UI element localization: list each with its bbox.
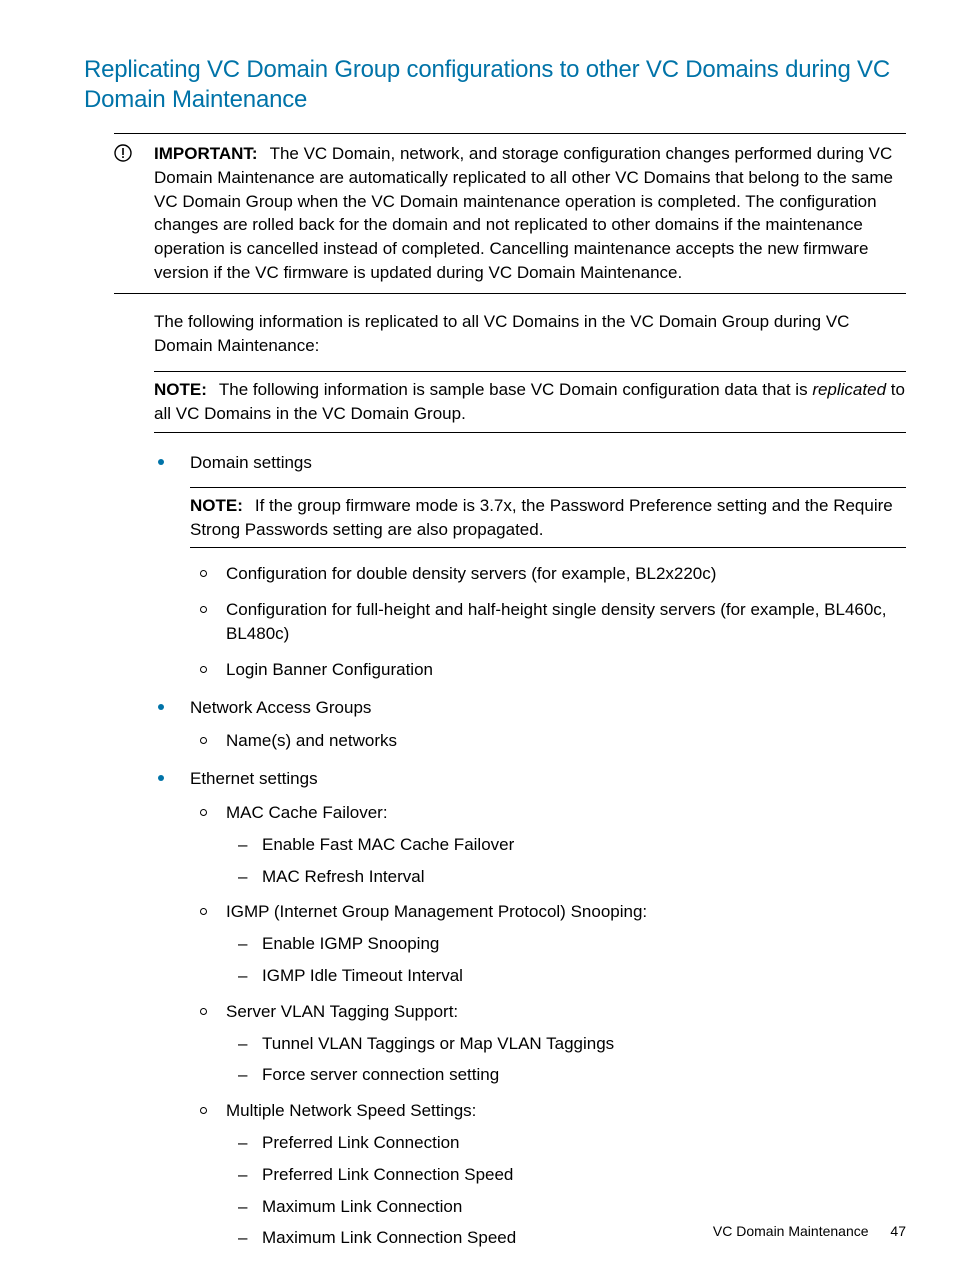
note-text-em: replicated: [812, 380, 886, 399]
important-label: IMPORTANT:: [154, 144, 258, 163]
important-callout: IMPORTANT:The VC Domain, network, and st…: [114, 133, 906, 294]
list-item: Configuration for double density servers…: [190, 562, 906, 586]
list-item-label: IGMP (Internet Group Management Protocol…: [226, 902, 647, 921]
note-callout-inner: NOTE:If the group firmware mode is 3.7x,…: [190, 487, 906, 549]
section-title: Replicating VC Domain Group configuratio…: [84, 55, 906, 115]
intro-paragraph: The following information is replicated …: [154, 310, 906, 358]
list-item: IGMP Idle Timeout Interval: [226, 964, 906, 988]
note-text: If the group firmware mode is 3.7x, the …: [190, 496, 893, 539]
list-item-label: MAC Cache Failover:: [226, 803, 388, 822]
list-item: Network Access Groups Name(s) and networ…: [154, 696, 906, 754]
footer-page-number: 47: [890, 1223, 906, 1239]
note-text-pre: The following information is sample base…: [219, 380, 812, 399]
list-item: Ethernet settings MAC Cache Failover: En…: [154, 767, 906, 1250]
replication-list: Domain settings NOTE:If the group firmwa…: [154, 451, 906, 1250]
note-label: NOTE:: [154, 380, 207, 399]
note-label: NOTE:: [190, 496, 243, 515]
list-item: Enable IGMP Snooping: [226, 932, 906, 956]
list-item: MAC Cache Failover: Enable Fast MAC Cach…: [190, 801, 906, 888]
list-item: Login Banner Configuration: [190, 658, 906, 682]
important-icon: [114, 144, 132, 162]
list-item: Maximum Link Connection: [226, 1195, 906, 1219]
list-item: Preferred Link Connection: [226, 1131, 906, 1155]
list-item: Preferred Link Connection Speed: [226, 1163, 906, 1187]
list-item: MAC Refresh Interval: [226, 865, 906, 889]
list-item-label: Multiple Network Speed Settings:: [226, 1101, 476, 1120]
list-item: Force server connection setting: [226, 1063, 906, 1087]
list-item-label: Server VLAN Tagging Support:: [226, 1002, 458, 1021]
list-item: Tunnel VLAN Taggings or Map VLAN Tagging…: [226, 1032, 906, 1056]
list-item-label: Network Access Groups: [190, 698, 371, 717]
list-item: Name(s) and networks: [190, 729, 906, 753]
footer-section: VC Domain Maintenance: [713, 1223, 869, 1239]
list-item: Server VLAN Tagging Support: Tunnel VLAN…: [190, 1000, 906, 1087]
important-text: The VC Domain, network, and storage conf…: [154, 144, 893, 282]
note-callout: NOTE: The following information is sample…: [154, 371, 906, 433]
page-footer: VC Domain Maintenance 47: [713, 1223, 906, 1239]
list-item: IGMP (Internet Group Management Protocol…: [190, 900, 906, 987]
list-item: Enable Fast MAC Cache Failover: [226, 833, 906, 857]
list-item-label: Domain settings: [190, 453, 312, 472]
list-item: Domain settings NOTE:If the group firmwa…: [154, 451, 906, 682]
list-item-label: Ethernet settings: [190, 769, 318, 788]
list-item: Configuration for full-height and half-h…: [190, 598, 906, 646]
